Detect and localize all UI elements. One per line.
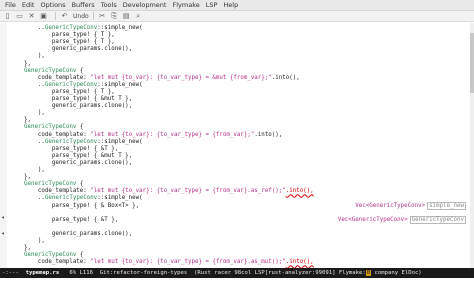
code-token: GenericTypeConv <box>23 67 77 74</box>
code-token: parse_type! { T }, <box>51 88 115 95</box>
close-icon[interactable]: ✕ <box>27 12 36 21</box>
menu-item-buffers[interactable]: Buffers <box>69 1 98 9</box>
code-token: GenericTypeConv <box>23 181 77 188</box>
toolbar-divider <box>92 12 94 20</box>
code-token: GenericTypeConv <box>23 252 77 259</box>
code-token: parse_type! { &T }, <box>51 145 119 152</box>
toolbar-divider <box>55 12 56 20</box>
code-token: .. <box>37 195 45 202</box>
code-token: "let mut {to_var}: {to_var_type} = {from… <box>90 131 255 138</box>
fringe-arrow-icon: ◂ <box>1 230 5 237</box>
hint-label-box: GenericTypeConv <box>409 215 466 224</box>
code-token: .. <box>37 81 45 88</box>
code-token: "let mut {to_var}: {to_var_type} = {from… <box>90 259 286 266</box>
open-folder-icon[interactable]: ▭ <box>15 12 24 21</box>
menu-item-help[interactable]: Help <box>220 1 241 9</box>
git-branch[interactable]: Git:refactor-foreign-types <box>100 270 188 276</box>
code-line[interactable]: parse_type! { &T }, <box>10 216 118 224</box>
menu-item-edit[interactable]: Edit <box>19 1 38 9</box>
inlay-type-hint: Vec<GenericTypeConv> GenericTypeConv <box>337 215 466 224</box>
code-token: GenericTypeConv <box>44 195 98 202</box>
menu-item-development[interactable]: Development <box>120 1 170 9</box>
code-token: ::simple_new( <box>97 25 143 31</box>
search-icon[interactable]: ⌕ <box>134 12 143 21</box>
code-token: generic_params.clone(), <box>51 230 133 237</box>
menu-item-file[interactable]: File <box>2 1 19 9</box>
code-token: ), <box>37 167 45 173</box>
code-token: ), <box>37 238 45 244</box>
code-token: { <box>76 67 84 74</box>
code-token: ::simple_new( <box>97 195 143 202</box>
menu-item-flymake[interactable]: Flymake <box>169 1 202 9</box>
buffer-filename[interactable]: typemap.rs <box>26 270 60 276</box>
save-icon[interactable]: ▣ <box>39 12 48 21</box>
mode-line: -:--- typemap.rs 6% L116 Git:refactor-fo… <box>0 268 474 278</box>
code-token: generic_params.clone(), <box>51 159 133 166</box>
code-token: .into(), <box>271 74 300 81</box>
code-token: }, <box>23 174 31 181</box>
code-token: parse_type! { &T }, <box>51 216 119 223</box>
code-line[interactable]: code_template: "let mut {to_var}: {to_va… <box>10 258 314 266</box>
code-token: code_template: <box>37 74 91 81</box>
buffer-position: 6% L116 <box>69 270 93 276</box>
minor-modes[interactable]: company ElDoc) <box>375 270 422 276</box>
menu-bar: File Edit Options Buffers Tools Development Fl… <box>0 0 474 11</box>
hint-label-box: simple_new <box>427 201 466 210</box>
undo-button[interactable]: Undo <box>73 13 89 20</box>
code-token: GenericTypeConv <box>44 25 98 31</box>
code-token: .. <box>37 25 45 31</box>
code-token: parse_type! { &mut T }, <box>51 152 133 159</box>
code-token: parse_type! { &mut T }, <box>51 96 133 102</box>
code-token: .into(), <box>254 131 283 138</box>
code-token: code_template: <box>37 131 91 138</box>
code-token: GenericTypeConv <box>23 124 77 131</box>
code-token: { <box>76 181 84 188</box>
code-token: ::simple_new( <box>97 138 143 145</box>
code-token: }, <box>23 117 31 124</box>
code-token: }, <box>23 245 31 252</box>
undo-icon[interactable]: ↶ <box>60 12 69 21</box>
code-token: code_template: <box>37 259 91 266</box>
inlay-type-hint: Vec<GenericTypeConv> simple_new <box>355 201 466 210</box>
fringe-arrow-icon: ◂ <box>1 214 5 221</box>
modeline-status: -:--- <box>2 270 26 276</box>
toolbar: ▯ ▭ ✕ ▣ ↶ Undo ✂ ⎘ ▤ ⌕ <box>0 11 474 22</box>
copy-icon[interactable]: ⎘ <box>110 12 119 21</box>
paste-icon[interactable]: ▤ <box>122 12 131 21</box>
menu-item-options[interactable]: Options <box>37 1 68 9</box>
code-token: ), <box>37 110 45 117</box>
major-modes[interactable]: (Rust racer 98col LSP[rust-analyzer:9909… <box>194 270 366 276</box>
code-token: "let mut {to_var}: {to_var_type} = {from… <box>90 188 286 195</box>
code-token: GenericTypeConv <box>44 81 98 88</box>
code-token: code_template: <box>37 188 91 195</box>
code-token: { <box>76 124 84 131</box>
code-token: "let mut {to_var}: {to_var_type} = &mut … <box>90 74 272 81</box>
code-token: ::simple_new( <box>97 81 143 88</box>
cut-icon[interactable]: ✂ <box>98 12 107 21</box>
code-token: parse_type! { T }, <box>51 39 115 46</box>
code-token: }, <box>23 60 31 67</box>
hint-type: Vec<GenericTypeConv> <box>355 202 426 209</box>
scrollbar-thumb[interactable] <box>470 33 474 93</box>
hint-type: Vec<GenericTypeConv> <box>337 216 408 223</box>
code-token: GenericTypeConv <box>44 138 98 145</box>
code-token: .. <box>37 138 45 145</box>
code-token: parse_type! { & Box<T> }, <box>51 202 140 209</box>
code-token: generic_params.clone(), <box>51 103 133 110</box>
code-line[interactable]: parse_type! { & Box<T> }, <box>10 202 139 210</box>
code-token: ), <box>37 53 45 60</box>
code-token: .into(), <box>285 259 314 266</box>
code-token: .into(), <box>285 188 314 195</box>
code-editor[interactable]: ◂ ◂ ..GenericTypeConv::simple_new( parse… <box>0 23 474 268</box>
menu-item-lsp[interactable]: LSP <box>203 1 221 9</box>
scrollbar[interactable] <box>470 23 474 268</box>
code-token: generic_params.clone(), <box>51 46 133 53</box>
menu-item-tools[interactable]: Tools <box>98 1 120 9</box>
code-token: parse_type! { T }, <box>51 32 115 39</box>
code-token: { <box>76 252 84 259</box>
minibuffer[interactable] <box>0 278 474 287</box>
flymake-error-count[interactable]: 0 <box>365 270 372 276</box>
new-file-icon[interactable]: ▯ <box>3 12 12 21</box>
